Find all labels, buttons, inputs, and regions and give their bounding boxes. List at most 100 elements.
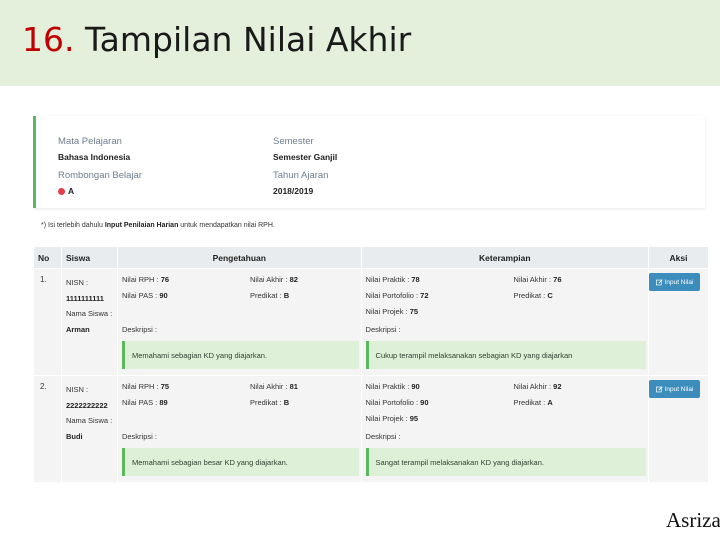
author-name: Asriza [666,508,720,532]
predikat-k-value: C [547,291,553,300]
nilai-akhir-p: Nilai Akhir : 82 [250,275,298,284]
nilai-rph-label: Nilai RPH : [121,382,161,391]
cell-pengetahuan: Nilai RPH : 76 Nilai Akhir : 82 Nilai PA… [116,268,362,376]
deskripsi-pengetahuan: Memahami sebagian KD yang diajarkan. [121,341,359,369]
nilai-rph-label: Nilai RPH : [121,275,161,284]
nilai-portofolio-value: 72 [420,291,429,300]
predikat-p: Predikat : B [250,291,289,300]
slide-number: 16. [22,20,75,59]
nilai-portofolio: Nilai Portofolio : 72 [366,291,429,300]
mapel-item: Mata Pelajaran Bahasa Indonesia [58,136,130,162]
nisn-value: 2222222222 [65,400,108,410]
table-header-row: No Siswa Pengetahuan Keterampian Aksi [33,246,709,269]
nilai-pas-value: 89 [159,398,168,407]
table-row: 2. NISN : 2222222222 Nama Siswa : Budi N… [33,375,709,483]
nisn-value: 1111111111 [65,293,104,303]
nilai-pas: Nilai PAS : 89 [122,398,168,407]
predikat-p-value: B [283,291,290,300]
nama-label: Nama Siswa : [65,416,113,425]
mapel-value: Bahasa Indonesia [58,152,131,162]
semester-item: Semester Semester Ganjil [273,136,337,162]
note-prefix: *) Isi terlebih dahulu [41,222,105,229]
slide-title-bar: 16. Tampilan Nilai Akhir [0,0,720,86]
nilai-akhir-k-value: 76 [553,275,562,284]
nilai-praktik: Nilai Praktik : 78 [366,275,420,284]
semester-label: Semester [273,136,314,147]
info-panel: Mata Pelajaran Bahasa Indonesia Semester… [33,116,705,208]
pengetahuan-grid: Nilai RPH : 76 Nilai Akhir : 82 Nilai PA… [122,275,357,333]
nilai-pas: Nilai PAS : 90 [122,291,168,300]
header-siswa: Siswa [60,246,118,269]
nilai-projek-label: Nilai Projek : [365,307,410,316]
app-screenshot: Mata Pelajaran Bahasa Indonesia Semester… [33,86,711,484]
nilai-akhir-p-value: 82 [289,275,298,284]
nilai-rph-value: 75 [160,382,170,391]
row-number: 1. [40,275,47,284]
header-keterampian: Keterampian [360,246,650,269]
nilai-projek-label: Nilai Projek : [365,414,410,423]
nilai-portofolio-label: Nilai Portofolio : [365,291,421,300]
predikat-k-label: Predikat : [513,398,548,407]
nilai-akhir-p: Nilai Akhir : 81 [250,382,298,391]
nilai-akhir-p-value: 81 [289,382,298,391]
rph-note: *) Isi terlebih dahulu Input Penilaian H… [41,222,275,229]
header-no: No [33,246,62,269]
nilai-praktik-value: 90 [411,382,420,391]
grades-table: No Siswa Pengetahuan Keterampian Aksi 1.… [33,246,709,483]
nilai-portofolio-value: 90 [420,398,429,407]
pengetahuan-grid: Nilai RPH : 75 Nilai Akhir : 81 Nilai PA… [122,382,357,440]
edit-icon [655,278,663,285]
predikat-p-value: B [283,398,290,407]
deskripsi-keterampilan: Cukup terampil melaksanakan sebagian KD … [365,341,647,369]
nama-label: Nama Siswa : [65,309,113,318]
predikat-k-label: Predikat : [513,291,548,300]
nilai-portofolio-label: Nilai Portofolio : [365,398,421,407]
rombel-value: A [68,186,75,196]
nama-value: Arman [65,324,90,334]
cell-siswa: NISN : 2222222222 Nama Siswa : Budi [60,375,118,483]
nilai-pas-label: Nilai PAS : [121,398,160,407]
nilai-rph: Nilai RPH : 76 [122,275,169,284]
cell-no: 2. [33,375,62,483]
nilai-pas-label: Nilai PAS : [121,291,160,300]
input-nilai-label: Input Nilai [664,385,694,393]
deskripsi-pengetahuan: Memahami sebagian besar KD yang diajarka… [121,448,359,476]
nilai-projek: Nilai Projek : 75 [366,307,419,316]
cell-keterampian: Nilai Praktik : 78 Nilai Akhir : 76 Nila… [360,268,650,376]
tahun-label: Tahun Ajaran [273,170,329,181]
cell-aksi: Input Nilai [648,375,709,483]
keterampian-grid: Nilai Praktik : 90 Nilai Akhir : 92 Nila… [366,382,645,440]
slide-title-text: Tampilan Nilai Akhir [84,20,412,59]
cell-no: 1. [33,268,62,376]
input-nilai-button[interactable]: Input Nilai [649,380,700,398]
note-bold: Input Penilaian Harian [104,222,179,229]
note-suffix: untuk mendapatkan nilai RPH. [178,222,275,229]
semester-value: Semester Ganjil [273,152,338,162]
predikat-p: Predikat : B [250,398,289,407]
cell-aksi: Input Nilai [648,268,709,376]
nisn-label: NISN : [65,278,89,287]
nilai-portofolio: Nilai Portofolio : 90 [366,398,429,407]
nama-value: Budi [65,431,83,441]
edit-icon [655,385,663,392]
tahun-value: 2018/2019 [273,186,314,196]
predikat-k-value: A [547,398,553,407]
input-nilai-button[interactable]: Input Nilai [649,273,700,291]
cell-pengetahuan: Nilai RPH : 75 Nilai Akhir : 81 Nilai PA… [116,375,362,483]
deskripsi-label: Deskripsi : [121,432,157,441]
nilai-akhir-p-label: Nilai Akhir : [249,382,290,391]
nilai-akhir-p-label: Nilai Akhir : [249,275,290,284]
deskripsi-label: Deskripsi : [121,325,157,334]
cell-siswa: NISN : 1111111111 Nama Siswa : Arman [60,268,118,376]
table-row: 1. NISN : 1111111111 Nama Siswa : Arman … [33,268,709,376]
nilai-projek-value: 95 [409,414,419,423]
nilai-pas-value: 90 [159,291,168,300]
nilai-akhir-k-value: 92 [553,382,562,391]
header-aksi: Aksi [648,246,709,269]
keterampian-grid: Nilai Praktik : 78 Nilai Akhir : 76 Nila… [366,275,645,333]
nilai-akhir-k: Nilai Akhir : 92 [514,382,562,391]
mapel-label: Mata Pelajaran [58,136,122,147]
nilai-rph-value: 76 [160,275,170,284]
nilai-akhir-k: Nilai Akhir : 76 [514,275,562,284]
deskripsi-keterampilan: Sangat terampil melaksanakan KD yang dia… [365,448,647,476]
